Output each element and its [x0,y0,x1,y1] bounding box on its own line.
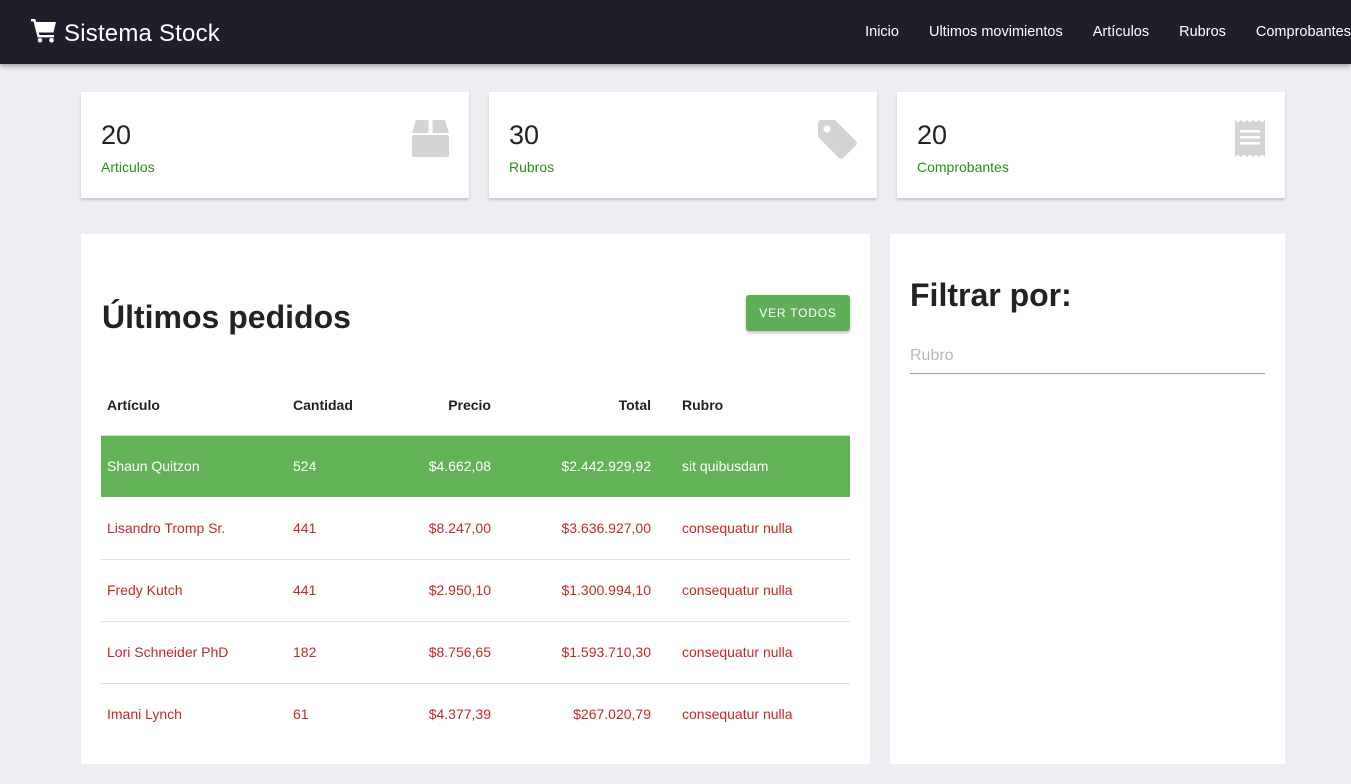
cell-cantidad: 524 [287,435,397,497]
stat-value: 20 [917,120,948,150]
top-navbar: Sistema Stock Inicio Ultimos movimientos… [0,0,1351,64]
cell-rubro: consequatur nulla [657,497,850,560]
cell-articulo: Fredy Kutch [101,559,287,622]
nav-link-inicio[interactable]: Inicio [850,24,914,40]
receipt-icon [1235,120,1265,157]
cell-rubro: consequatur nulla [657,621,850,684]
cell-total: $1.593.710,30 [497,621,657,684]
cell-total: $1.300.994,10 [497,559,657,622]
cell-precio: $2.950,10 [397,559,497,622]
orders-table: Artículo Cantidad Precio Total Rubro Sha… [101,376,850,745]
cell-precio: $4.662,08 [397,435,497,497]
stat-card-articulos[interactable]: 20 Articulos [81,92,469,198]
cell-rubro: sit quibusdam [657,435,850,497]
stat-card-comprobantes[interactable]: 20 Comprobantes [897,92,1285,198]
column-header-rubro[interactable]: Rubro [657,376,850,436]
orders-title: Últimos pedidos [102,299,351,335]
table-row[interactable]: Imani Lynch 61 $4.377,39 $267.020,79 con… [101,683,850,745]
nav-links: Inicio Ultimos movimientos Artículos Rub… [850,0,1351,64]
nav-link-ultimos-movimientos[interactable]: Ultimos movimientos [914,24,1078,40]
brand-title: Sistema Stock [64,19,220,47]
filter-title: Filtrar por: [910,277,1072,313]
cell-articulo: Shaun Quitzon [101,435,287,497]
stat-value: 30 [509,120,540,150]
stat-label: Articulos [101,159,155,175]
ver-todos-button[interactable]: VER TODOS [746,295,850,331]
cell-cantidad: 61 [293,706,309,723]
table-row[interactable]: Lori Schneider PhD 182 $8.756,65 $1.593.… [101,621,850,684]
rubro-filter-input[interactable] [910,338,1265,374]
cell-precio: $4.377,39 [428,706,491,723]
box-icon [412,120,449,157]
tag-icon [818,120,857,159]
filter-panel: Filtrar por: [890,234,1285,764]
column-header-precio[interactable]: Precio [397,376,497,436]
stat-label: Comprobantes [917,159,1009,175]
shopping-cart-icon [30,16,58,51]
table-row[interactable]: Lisandro Tromp Sr. 441 $8.247,00 $3.636.… [101,497,850,560]
stat-value: 20 [101,120,132,150]
stat-label: Rubros [509,159,555,175]
cell-total: $3.636.927,00 [497,497,657,560]
column-header-total[interactable]: Total [497,376,657,436]
cell-articulo: Imani Lynch [107,706,182,723]
cell-total: $2.442.929,92 [497,435,657,497]
cell-total: $267.020,79 [573,706,651,723]
stat-card-rubros[interactable]: 30 Rubros [489,92,877,198]
brand-link[interactable]: Sistema Stock [30,16,220,51]
table-row[interactable]: Shaun Quitzon 524 $4.662,08 $2.442.929,9… [101,435,850,497]
cell-rubro: consequatur nulla [657,559,850,622]
column-header-articulo[interactable]: Artículo [101,376,287,436]
table-header-row: Artículo Cantidad Precio Total Rubro [101,376,850,436]
orders-panel: Últimos pedidos VER TODOS Artículo Canti… [81,234,870,764]
cell-cantidad: 441 [287,559,397,622]
cell-articulo: Lori Schneider PhD [101,621,287,684]
nav-link-rubros[interactable]: Rubros [1164,24,1241,40]
cell-cantidad: 441 [287,497,397,560]
column-header-cantidad[interactable]: Cantidad [287,376,397,436]
table-row[interactable]: Fredy Kutch 441 $2.950,10 $1.300.994,10 … [101,559,850,622]
cell-articulo: Lisandro Tromp Sr. [101,497,287,560]
cell-cantidad: 182 [287,621,397,684]
cell-precio: $8.247,00 [397,497,497,560]
cell-precio: $8.756,65 [397,621,497,684]
nav-link-articulos[interactable]: Artículos [1078,24,1164,40]
nav-link-comprobantes[interactable]: Comprobantes [1241,24,1351,40]
cell-rubro: consequatur nulla [682,706,793,723]
